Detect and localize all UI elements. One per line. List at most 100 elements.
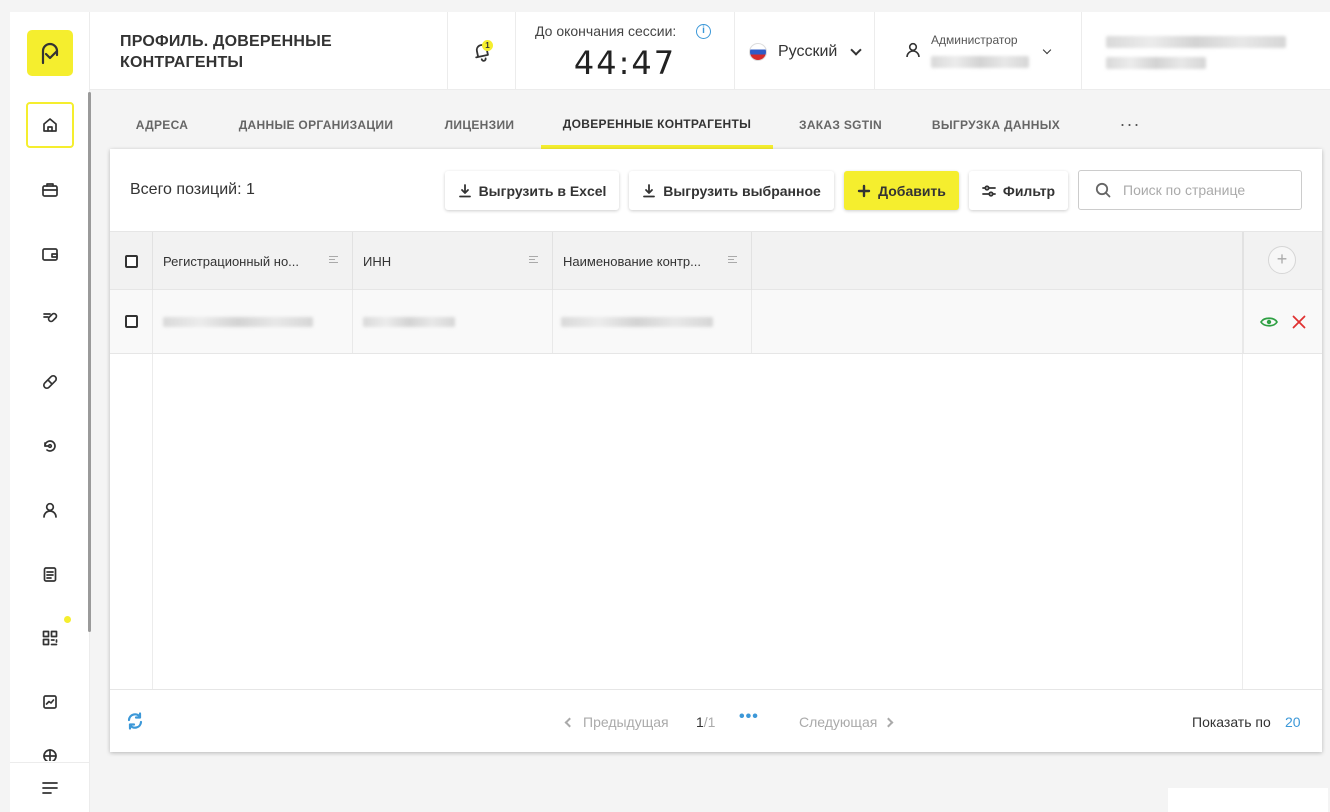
organization-info	[1082, 12, 1330, 89]
sliders-icon	[981, 184, 996, 197]
current-page: 1/1	[696, 714, 716, 730]
sidebar-notification-dot	[64, 616, 71, 623]
tab-sgtin-order[interactable]: Заказ SGTIN	[773, 100, 908, 149]
corner-overlay	[1168, 788, 1328, 812]
page-title-cell: Профиль. Доверенные контрагенты	[90, 12, 448, 89]
language-selector[interactable]: Русский	[735, 12, 875, 89]
cell-empty	[752, 290, 1243, 353]
circular-arrow-icon	[44, 440, 56, 452]
cell-counterparty-name	[553, 290, 752, 353]
page-size-selector[interactable]: 20	[1285, 714, 1301, 730]
globe-icon	[43, 749, 57, 761]
sidebar-item-analytics[interactable]	[26, 679, 74, 725]
user-menu[interactable]: Администратор	[875, 12, 1082, 89]
column-header-empty	[752, 232, 1243, 290]
next-page-button[interactable]: Следующая	[799, 714, 894, 730]
download-icon	[458, 183, 471, 197]
notifications-badge: 1	[482, 40, 493, 51]
export-selected-button[interactable]: Выгрузить выбранное	[629, 171, 834, 210]
delete-x-icon[interactable]	[1292, 315, 1306, 329]
page-size-label: Показать по	[1192, 714, 1271, 730]
capsule-icon	[42, 374, 58, 390]
chevron-down-icon	[1042, 45, 1052, 55]
plus-icon	[857, 184, 871, 197]
add-column-button[interactable]: +	[1268, 246, 1296, 274]
tab-organization-data[interactable]: Данные организации	[214, 100, 418, 149]
info-icon[interactable]: i	[696, 24, 711, 39]
sidebar-item-users[interactable]	[26, 487, 74, 533]
sidebar	[10, 12, 91, 812]
document-list-icon	[43, 567, 57, 582]
tab-licenses[interactable]: Лицензии	[418, 100, 541, 149]
select-all-cell	[110, 232, 153, 290]
sidebar-item-reports[interactable]	[26, 551, 74, 597]
user-icon	[43, 502, 57, 518]
wallet-icon	[42, 248, 58, 261]
sidebar-item-returns[interactable]	[26, 423, 74, 469]
counterparties-panel: Всего позиций: 1 Выгрузить в Excel Выгру…	[110, 149, 1322, 752]
row-actions	[1243, 290, 1322, 353]
table-row[interactable]	[110, 290, 1322, 354]
select-all-checkbox[interactable]	[124, 254, 138, 268]
qr-code-icon	[42, 630, 58, 646]
tab-data-export[interactable]: Выгрузка данных	[908, 100, 1084, 149]
download-icon	[643, 183, 656, 197]
search-icon	[1095, 182, 1111, 198]
organization-name-redacted	[1106, 36, 1286, 48]
organization-id-redacted	[1106, 57, 1206, 69]
column-header-registration[interactable]: Регистрационный но...	[153, 232, 353, 290]
chevron-right-icon	[883, 717, 894, 728]
cell-inn	[353, 290, 553, 353]
row-checkbox[interactable]	[124, 315, 138, 328]
sidebar-item-home[interactable]	[26, 102, 74, 148]
session-time: 44:47	[573, 44, 677, 82]
sort-icon[interactable]	[728, 256, 737, 265]
column-header-actions: +	[1243, 232, 1322, 290]
column-divider	[1242, 354, 1243, 689]
column-header-name[interactable]: Наименование контр...	[553, 232, 752, 290]
cell-registration-number	[153, 290, 353, 353]
tabs-more-button[interactable]: ···	[1120, 100, 1140, 149]
table-footer: Предыдущая 1/1 ••• Следующая Показать по…	[110, 689, 1322, 752]
russian-flag-icon	[749, 43, 767, 61]
hamburger-icon	[42, 781, 58, 794]
language-label: Русский	[778, 43, 838, 60]
export-excel-button[interactable]: Выгрузить в Excel	[445, 171, 619, 210]
sidebar-scrollbar[interactable]	[88, 92, 91, 632]
chevron-left-icon	[564, 717, 575, 728]
sidebar-item-medicines[interactable]	[26, 295, 74, 341]
search-input[interactable]	[1123, 182, 1283, 198]
row-select-cell	[110, 290, 153, 353]
page-search[interactable]	[1078, 170, 1302, 210]
sidebar-item-documents[interactable]	[26, 167, 74, 213]
filter-button[interactable]: Фильтр	[969, 171, 1068, 210]
chevron-down-icon	[850, 44, 862, 56]
sidebar-item-wallet[interactable]	[26, 231, 74, 277]
column-divider	[152, 354, 153, 689]
logo-icon	[41, 42, 59, 65]
sidebar-toggle-button[interactable]	[10, 762, 90, 812]
sidebar-item-globe[interactable]	[26, 737, 74, 761]
top-header: Профиль. Доверенные контрагенты 1 До око…	[90, 12, 1330, 90]
user-icon	[906, 42, 920, 58]
total-count: Всего позиций: 1	[130, 181, 255, 198]
sidebar-item-capsules[interactable]	[26, 359, 74, 405]
tab-trusted-counterparties[interactable]: Доверенные контрагенты	[541, 100, 773, 149]
session-label: До окончания сессии:	[535, 23, 677, 39]
more-pages-button[interactable]: •••	[739, 708, 759, 726]
view-eye-icon[interactable]	[1260, 316, 1278, 328]
session-timer: До окончания сессии: i 44:47	[516, 12, 735, 89]
user-role: Администратор	[931, 33, 1018, 47]
sort-icon[interactable]	[329, 256, 338, 265]
add-counterparty-button[interactable]: Добавить	[844, 171, 959, 210]
pills-icon	[43, 312, 58, 323]
column-header-inn[interactable]: ИНН	[353, 232, 553, 290]
refresh-icon[interactable]	[126, 712, 144, 730]
user-name-redacted	[931, 56, 1029, 68]
sort-icon[interactable]	[529, 256, 538, 265]
app-logo[interactable]	[27, 30, 73, 76]
notifications-button[interactable]: 1	[448, 12, 516, 89]
profile-tabs: Адреса Данные организации Лицензии Довер…	[110, 100, 1322, 149]
prev-page-button[interactable]: Предыдущая	[564, 714, 669, 730]
tab-addresses[interactable]: Адреса	[110, 100, 214, 149]
